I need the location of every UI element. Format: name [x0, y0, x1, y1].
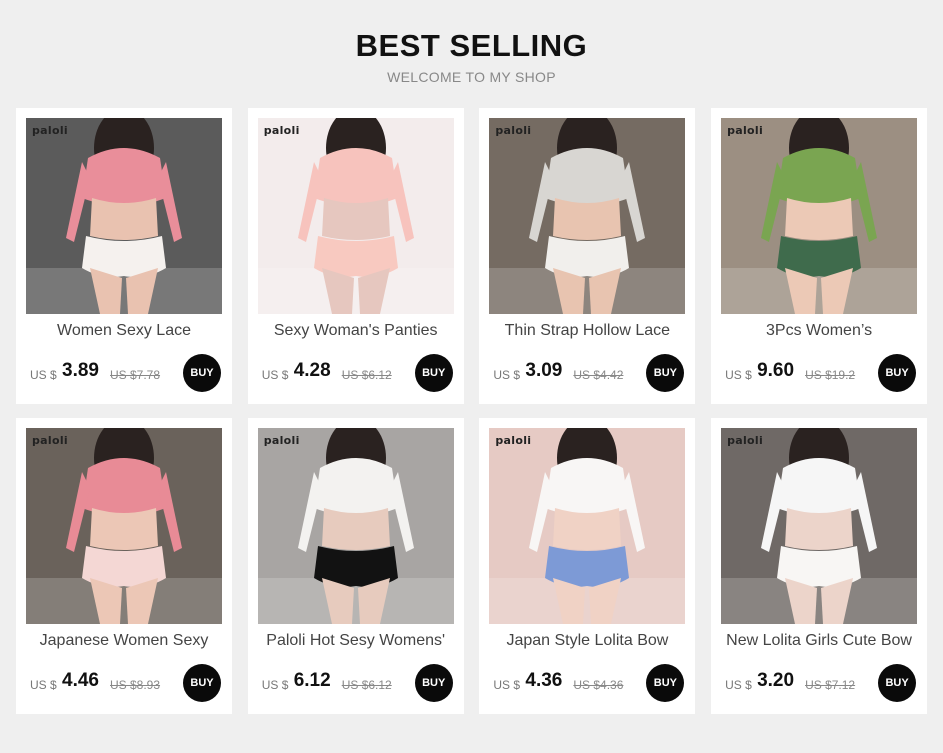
sale-price: 3.09 — [525, 360, 563, 381]
price-row: US $ 3.89 US $7.78 BUY — [30, 354, 221, 392]
currency-label: US $ — [725, 678, 752, 692]
sale-price: 4.36 — [525, 670, 563, 691]
sale-price: 3.89 — [62, 360, 99, 381]
currency-label: US $ — [261, 678, 289, 692]
product-card[interactable]: paloli Paloli Hot Sesy Womens' US $ 6.12… — [247, 418, 464, 714]
original-price: US $7.78 — [110, 368, 161, 382]
brand-logo: paloli — [263, 434, 300, 447]
brand-logo: paloli — [495, 434, 532, 447]
original-price: US $8.93 — [110, 678, 161, 692]
product-card[interactable]: paloli Sexy Woman's Panties US $ 4.28 US… — [247, 108, 464, 404]
brand-logo: paloli — [727, 124, 764, 137]
product-name[interactable]: Thin Strap Hollow Lace — [483, 322, 691, 340]
buy-button[interactable]: BUY — [183, 354, 221, 392]
product-card[interactable]: paloli New Lolita Girls Cute Bow US $ 3.… — [711, 418, 928, 714]
product-card[interactable]: paloli Japan Style Lolita Bow US $ 4.36 … — [479, 418, 696, 714]
page-title: BEST SELLING — [355, 28, 588, 63]
product-image[interactable]: paloli — [26, 118, 222, 314]
brand-logo: paloli — [495, 124, 532, 137]
product-image[interactable]: paloli — [489, 428, 686, 624]
sale-price: 3.20 — [757, 670, 795, 691]
product-image[interactable]: paloli — [257, 118, 454, 314]
brand-logo: paloli — [32, 124, 68, 137]
buy-button[interactable]: BUY — [414, 354, 453, 392]
product-image[interactable]: paloli — [721, 428, 918, 624]
currency-label: US $ — [30, 368, 57, 382]
original-price: US $19.2 — [805, 368, 856, 382]
price-row: US $ 4.46 US $8.93 BUY — [30, 664, 221, 702]
product-name[interactable]: Women Sexy Lace — [20, 322, 228, 340]
sale-price: 9.60 — [757, 360, 795, 381]
price-row: US $ 3.09 US $4.42 BUY — [493, 354, 685, 392]
brand-logo: paloli — [32, 434, 68, 447]
buy-button[interactable]: BUY — [414, 664, 453, 702]
original-price: US $6.12 — [341, 368, 392, 382]
buy-button[interactable]: BUY — [646, 664, 685, 702]
price-row: US $ 6.12 US $6.12 BUY — [261, 664, 453, 702]
product-image[interactable]: paloli — [257, 428, 454, 624]
product-name[interactable]: Japanese Women Sexy — [20, 632, 228, 650]
currency-label: US $ — [493, 678, 521, 692]
original-price: US $6.12 — [341, 678, 392, 692]
currency-label: US $ — [493, 368, 521, 382]
sale-price: 4.28 — [293, 360, 331, 381]
product-card[interactable]: paloli Women Sexy Lace US $ 3.89 US $7.7… — [16, 108, 232, 404]
currency-label: US $ — [261, 368, 289, 382]
product-card[interactable]: paloli Japanese Women Sexy US $ 4.46 US … — [16, 418, 232, 714]
sale-price: 4.46 — [62, 670, 99, 691]
original-price: US $4.42 — [573, 368, 624, 382]
buy-button[interactable]: BUY — [878, 664, 917, 702]
price-row: US $ 4.28 US $6.12 BUY — [261, 354, 453, 392]
product-grid: paloli Women Sexy Lace US $ 3.89 US $7.7… — [16, 108, 928, 714]
product-image[interactable]: paloli — [721, 118, 918, 314]
product-name[interactable]: Sexy Woman's Panties — [252, 322, 460, 340]
sale-price: 6.12 — [293, 670, 331, 691]
section-header: BEST SELLING WELCOME TO MY SHOP — [0, 26, 943, 85]
price-row: US $ 3.20 US $7.12 BUY — [725, 664, 917, 702]
page-subtitle: WELCOME TO MY SHOP — [387, 69, 556, 85]
product-name[interactable]: Japan Style Lolita Bow — [483, 632, 691, 650]
product-name[interactable]: New Lolita Girls Cute Bow — [715, 632, 923, 650]
product-image[interactable]: paloli — [26, 428, 222, 624]
currency-label: US $ — [30, 678, 57, 692]
product-image[interactable]: paloli — [489, 118, 686, 314]
original-price: US $4.36 — [573, 678, 624, 692]
product-card[interactable]: paloli Thin Strap Hollow Lace US $ 3.09 … — [479, 108, 696, 404]
buy-button[interactable]: BUY — [646, 354, 685, 392]
product-card[interactable]: paloli 3Pcs Women’s US $ 9.60 US $19.2 B… — [711, 108, 928, 404]
original-price: US $7.12 — [805, 678, 856, 692]
brand-logo: paloli — [727, 434, 764, 447]
product-name[interactable]: Paloli Hot Sesy Womens' — [252, 632, 460, 650]
price-row: US $ 4.36 US $4.36 BUY — [493, 664, 685, 702]
product-name[interactable]: 3Pcs Women’s — [715, 322, 923, 340]
buy-button[interactable]: BUY — [878, 354, 917, 392]
currency-label: US $ — [725, 368, 752, 382]
price-row: US $ 9.60 US $19.2 BUY — [725, 354, 917, 392]
brand-logo: paloli — [263, 124, 300, 137]
buy-button[interactable]: BUY — [183, 664, 221, 702]
